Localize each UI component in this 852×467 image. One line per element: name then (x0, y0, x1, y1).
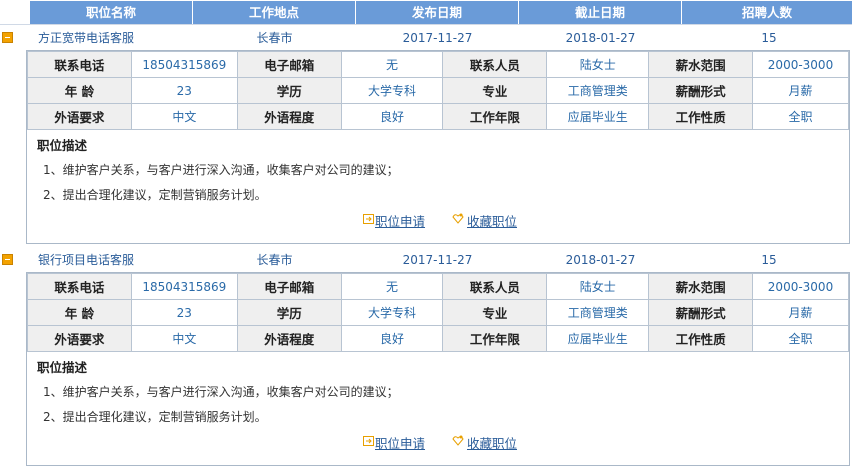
header-position-name: 职位名称 (30, 1, 193, 24)
label-education: 学历 (236, 299, 342, 326)
job-detail-table: 联系电话 18504315869 电子邮箱 无 联系人员 陆女士 薪水范围 20… (27, 51, 849, 130)
label-age: 年 龄 (27, 299, 132, 326)
label-contact: 联系人员 (442, 273, 548, 300)
value-major: 工商管理类 (546, 77, 650, 104)
job-summary-row: 银行项目电话客服 长春市 2017-11-27 2018-01-27 15 (0, 250, 852, 270)
label-email: 电子邮箱 (236, 273, 342, 300)
apply-icon (363, 436, 374, 446)
value-language: 中文 (130, 103, 238, 130)
favorite-icon (452, 213, 464, 224)
label-email: 电子邮箱 (236, 51, 342, 78)
value-email: 无 (340, 273, 444, 300)
job-title-link[interactable]: 银行项目电话客服 (38, 250, 208, 270)
value-education: 大学专科 (340, 299, 444, 326)
label-salary-form: 薪酬形式 (648, 77, 754, 104)
header-publish-date: 发布日期 (356, 1, 519, 24)
label-salary-range: 薪水范围 (648, 273, 754, 300)
favorite-job-link[interactable]: 收藏职位 (467, 433, 517, 452)
description-line: 1、维护客户关系，与客户进行深入沟通，收集客户对公司的建议； (43, 163, 399, 177)
value-experience: 应届毕业生 (546, 103, 650, 130)
header-location: 工作地点 (193, 1, 356, 24)
label-major: 专业 (442, 77, 548, 104)
job-detail-table: 联系电话 18504315869 电子邮箱 无 联系人员 陆女士 薪水范围 20… (27, 273, 849, 352)
value-salary-form: 月薪 (752, 77, 849, 104)
job-location: 长春市 (256, 31, 293, 45)
value-language-level: 良好 (340, 325, 444, 352)
description-line: 2、提出合理化建议，定制营销服务计划。 (43, 410, 267, 424)
label-major: 专业 (442, 299, 548, 326)
value-language: 中文 (130, 325, 238, 352)
collapse-icon[interactable] (2, 254, 13, 265)
value-email: 无 (340, 51, 444, 78)
value-nature: 全职 (752, 103, 849, 130)
value-major: 工商管理类 (546, 299, 650, 326)
label-experience: 工作年限 (442, 325, 548, 352)
value-experience: 应届毕业生 (546, 325, 650, 352)
header-deadline: 截止日期 (519, 1, 682, 24)
label-language: 外语要求 (27, 103, 132, 130)
job-detail-panel: 联系电话 18504315869 电子邮箱 无 联系人员 陆女士 薪水范围 20… (26, 272, 850, 466)
job-deadline: 2018-01-27 (565, 31, 636, 45)
value-age: 23 (130, 77, 238, 104)
apply-job-link[interactable]: 职位申请 (375, 433, 425, 452)
apply-icon (363, 214, 374, 224)
job-publish-date: 2017-11-27 (402, 253, 473, 267)
value-age: 23 (130, 299, 238, 326)
label-language: 外语要求 (27, 325, 132, 352)
value-language-level: 良好 (340, 103, 444, 130)
favorite-icon (452, 435, 464, 446)
value-phone: 18504315869 (130, 51, 238, 78)
label-phone: 联系电话 (27, 51, 132, 78)
label-age: 年 龄 (27, 77, 132, 104)
job-item: 方正宽带电话客服 长春市 2017-11-27 2018-01-27 15 联系… (0, 28, 852, 244)
description-line: 1、维护客户关系，与客户进行深入沟通，收集客户对公司的建议； (43, 385, 399, 399)
value-education: 大学专科 (340, 77, 444, 104)
job-title-link[interactable]: 方正宽带电话客服 (38, 28, 208, 48)
value-nature: 全职 (752, 325, 849, 352)
label-education: 学历 (236, 77, 342, 104)
description-line: 2、提出合理化建议，定制营销服务计划。 (43, 188, 267, 202)
favorite-job-link[interactable]: 收藏职位 (467, 211, 517, 230)
label-nature: 工作性质 (648, 325, 754, 352)
label-language-level: 外语程度 (236, 325, 342, 352)
collapse-icon[interactable] (2, 32, 13, 43)
job-item: 银行项目电话客服 长春市 2017-11-27 2018-01-27 15 联系… (0, 250, 852, 466)
label-experience: 工作年限 (442, 103, 548, 130)
table-header: 职位名称 工作地点 发布日期 截止日期 招聘人数 (0, 0, 852, 25)
label-phone: 联系电话 (27, 273, 132, 300)
description-title: 职位描述 (37, 138, 88, 153)
job-deadline: 2018-01-27 (565, 253, 636, 267)
header-headcount: 招聘人数 (682, 1, 852, 24)
job-publish-date: 2017-11-27 (402, 31, 473, 45)
value-phone: 18504315869 (130, 273, 238, 300)
apply-job-link[interactable]: 职位申请 (375, 211, 425, 230)
label-salary-form: 薪酬形式 (648, 299, 754, 326)
job-detail-panel: 联系电话 18504315869 电子邮箱 无 联系人员 陆女士 薪水范围 20… (26, 50, 850, 244)
label-nature: 工作性质 (648, 103, 754, 130)
label-salary-range: 薪水范围 (648, 51, 754, 78)
label-contact: 联系人员 (442, 51, 548, 78)
job-headcount: 15 (761, 31, 777, 45)
job-location: 长春市 (256, 253, 293, 267)
value-contact: 陆女士 (546, 273, 650, 300)
value-salary-range: 2000-3000 (752, 273, 849, 300)
job-headcount: 15 (761, 253, 777, 267)
job-summary-row: 方正宽带电话客服 长春市 2017-11-27 2018-01-27 15 (0, 28, 852, 48)
description-title: 职位描述 (37, 360, 88, 375)
value-salary-form: 月薪 (752, 299, 849, 326)
label-language-level: 外语程度 (236, 103, 342, 130)
value-salary-range: 2000-3000 (752, 51, 849, 78)
value-contact: 陆女士 (546, 51, 650, 78)
header-divider (0, 24, 852, 25)
